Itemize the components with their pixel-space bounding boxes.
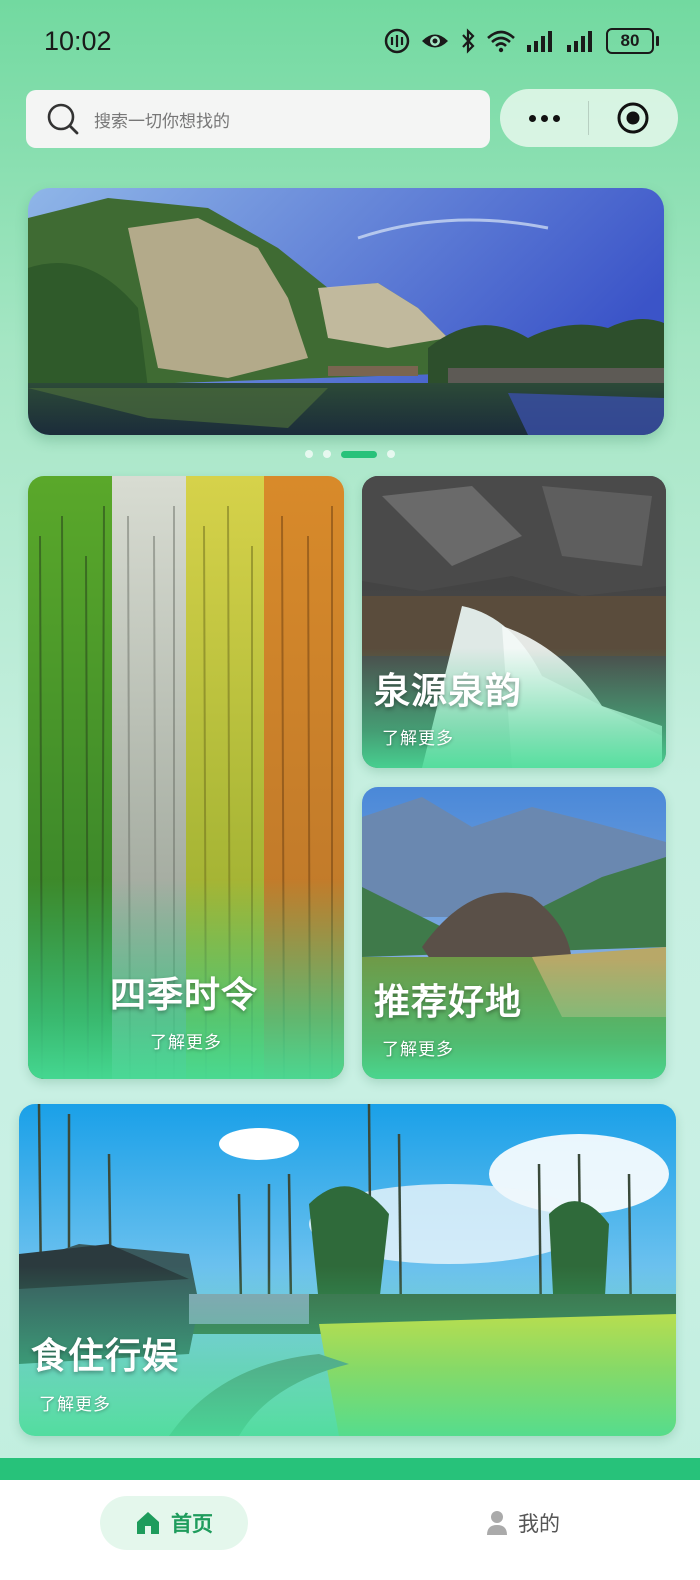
banner-image (28, 188, 664, 435)
card-seasons-title: 四季时令 (110, 975, 259, 1016)
wifi-icon (487, 30, 515, 53)
signal-icon-1 (527, 31, 552, 52)
banner-carousel[interactable] (28, 188, 664, 435)
card-life[interactable]: 食住行娱 了解更多 (19, 1104, 676, 1436)
card-life-title: 食住行娱 (31, 1336, 180, 1377)
signal-icon-2 (567, 31, 592, 52)
card-spring-more-link[interactable]: 了解更多 (382, 724, 454, 749)
card-recommend-title: 推荐好地 (374, 982, 523, 1023)
target-icon (617, 102, 649, 134)
home-icon (137, 1512, 159, 1534)
card-recommend[interactable]: 推荐好地 了解更多 (362, 787, 666, 1079)
search-icon (47, 103, 79, 135)
nfc-icon (384, 28, 410, 54)
tab-me[interactable]: 我的 (486, 1496, 560, 1550)
battery-indicator: 80 (606, 28, 659, 54)
card-spring[interactable]: 泉源泉韵 了解更多 (362, 476, 666, 768)
miniprogram-capsule (500, 89, 678, 147)
tab-bar: 首页 我的 (0, 1480, 700, 1580)
eye-icon (422, 34, 448, 48)
banner-dot[interactable] (323, 450, 331, 458)
banner-dot[interactable] (387, 450, 395, 458)
status-time: 10:02 (44, 26, 112, 56)
bluetooth-icon (462, 28, 475, 54)
card-life-more-link[interactable]: 了解更多 (39, 1390, 111, 1415)
user-icon (487, 1511, 507, 1535)
card-recommend-more-link[interactable]: 了解更多 (382, 1035, 454, 1060)
tab-home-label: 首页 (171, 1512, 213, 1536)
banner-dot-active[interactable] (341, 450, 377, 458)
search-placeholder: 搜索一切你想找的 (94, 111, 230, 132)
tab-home[interactable]: 首页 (100, 1496, 248, 1550)
more-menu-button[interactable] (500, 114, 588, 122)
tab-me-label: 我的 (518, 1512, 560, 1536)
banner-dot[interactable] (305, 450, 313, 458)
bottom-accent-strip (0, 1458, 700, 1480)
card-seasons-more-link[interactable]: 了解更多 (150, 1028, 222, 1053)
banner-indicator (0, 450, 700, 458)
close-miniprogram-button[interactable] (589, 101, 677, 135)
status-icons: 80 (384, 28, 659, 54)
status-bar: 10:02 80 (0, 0, 700, 84)
search-input[interactable]: 搜索一切你想找的 (26, 90, 490, 148)
card-seasons[interactable]: 四季时令 了解更多 (28, 476, 344, 1079)
card-spring-title: 泉源泉韵 (374, 671, 523, 712)
